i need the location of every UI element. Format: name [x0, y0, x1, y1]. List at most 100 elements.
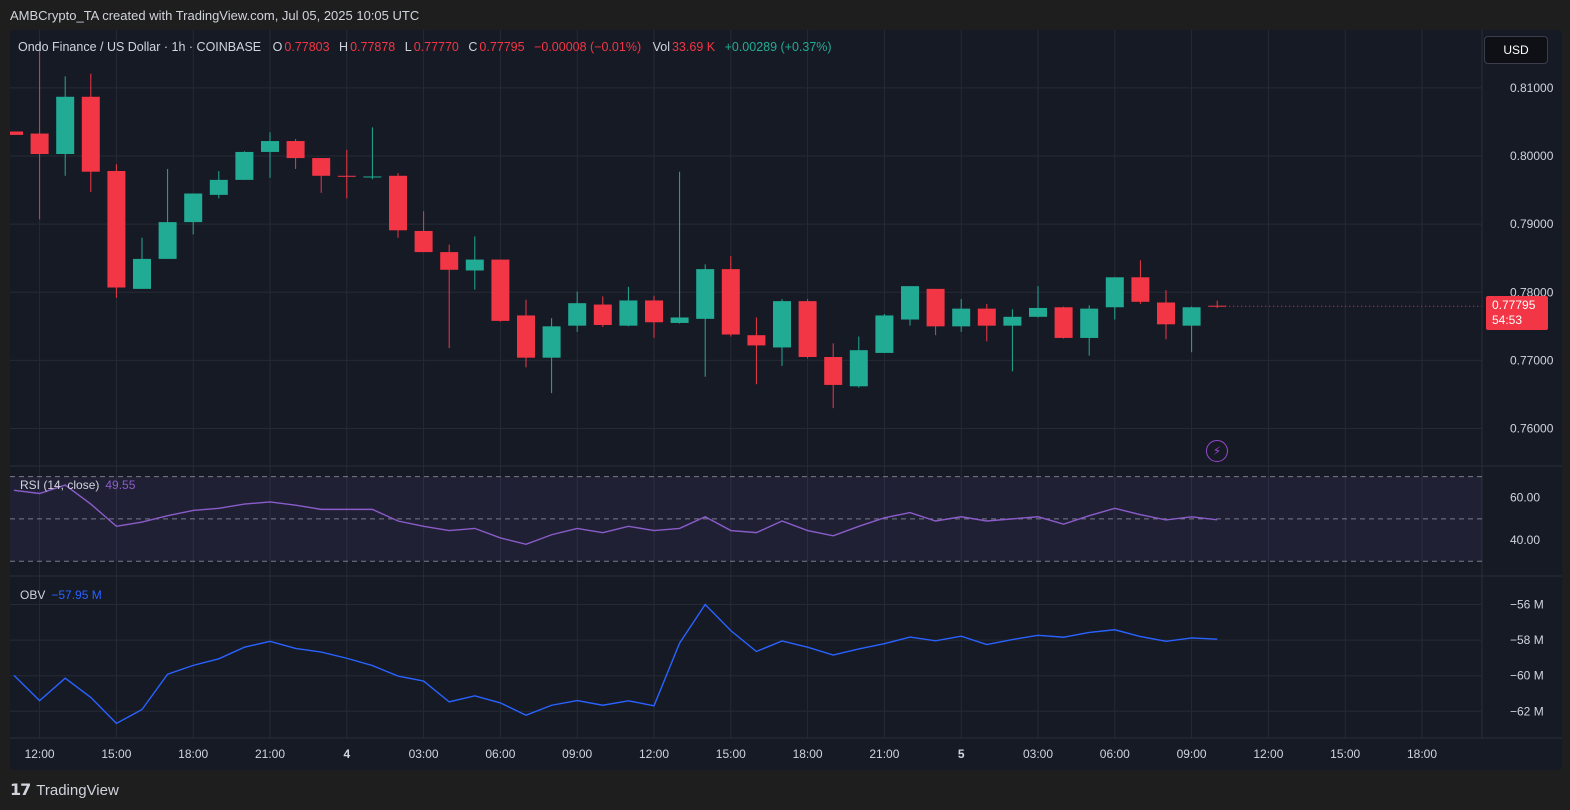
- time-axis-tick: 12:00: [639, 747, 669, 761]
- time-axis-tick: 21:00: [869, 747, 899, 761]
- candle-body: [747, 335, 766, 346]
- open-value: 0.77803: [284, 40, 330, 54]
- candle-body: [30, 133, 49, 154]
- candle-body: [1029, 307, 1047, 317]
- candle-body: [10, 131, 23, 135]
- candle-body: [721, 269, 740, 335]
- time-axis-tick: 18:00: [1407, 747, 1437, 761]
- obv-label: OBV: [20, 588, 46, 602]
- candle-body: [491, 259, 510, 321]
- candle-body: [389, 175, 407, 231]
- candle-body: [261, 141, 279, 152]
- time-axis-tick: 12:00: [1253, 747, 1283, 761]
- time-axis-tick: 4: [343, 747, 350, 761]
- candle-body: [670, 317, 689, 323]
- candle-body: [1080, 308, 1099, 338]
- footer-brand[interactable]: 𝟭𝟳 TradingView: [10, 780, 119, 800]
- candle-body: [184, 193, 203, 223]
- price-axis-tick: 0.81000: [1510, 81, 1554, 95]
- time-axis-tick: 15:00: [101, 747, 131, 761]
- candle-body: [81, 96, 100, 172]
- price-axis-tick: 0.79000: [1510, 217, 1554, 231]
- candle-body: [952, 308, 971, 327]
- obv-axis-tick: −60 M: [1510, 669, 1544, 683]
- candle-body: [1131, 277, 1150, 302]
- obv-axis-tick: −58 M: [1510, 633, 1544, 647]
- candle-body: [133, 258, 151, 289]
- chart-area[interactable]: 0.81000 0.80000 0.79000 0.78000 0.77000 0.760…: [10, 30, 1562, 770]
- candle-body: [798, 301, 817, 357]
- extra-change-value: +0.00289 (+0.37%): [724, 40, 832, 54]
- high-label: H: [339, 40, 349, 54]
- candle-body: [107, 171, 126, 288]
- candle-body: [337, 175, 356, 177]
- lightning-icon[interactable]: ⚡: [1206, 440, 1228, 462]
- candle-body: [1182, 307, 1201, 326]
- time-axis-tick: 03:00: [1023, 747, 1053, 761]
- time-axis-tick: 18:00: [178, 747, 208, 761]
- close-value: 0.77795: [479, 40, 525, 54]
- ohlc-legend: Ondo Finance / US Dollar · 1h · COINBASE…: [18, 40, 834, 54]
- candle-body: [363, 176, 382, 178]
- price-axis-tick: 0.76000: [1510, 422, 1554, 436]
- low-label: L: [404, 40, 412, 54]
- time-axis-tick: 15:00: [716, 747, 746, 761]
- last-price-tag: 0.77795 54:53: [1486, 296, 1548, 331]
- volume-label: Vol: [652, 40, 670, 54]
- time-axis-tick: 09:00: [562, 747, 592, 761]
- candle-body: [849, 350, 868, 387]
- candle-body: [773, 301, 791, 348]
- time-axis-tick: 03:00: [409, 747, 439, 761]
- candle-body: [312, 158, 331, 176]
- candle-body: [542, 326, 561, 358]
- change-value: −0.00008 (−0.01%): [534, 40, 642, 54]
- price-axis-tick: 0.77000: [1510, 353, 1554, 367]
- time-axis-tick: 21:00: [255, 747, 285, 761]
- candle-body: [235, 151, 254, 180]
- open-label: O: [272, 40, 283, 54]
- high-value: 0.77878: [350, 40, 396, 54]
- symbol-title[interactable]: Ondo Finance / US Dollar · 1h · COINBASE: [18, 40, 261, 54]
- candle-body: [440, 252, 459, 270]
- candle-body: [209, 179, 228, 195]
- candle-body: [593, 304, 612, 325]
- rsi-value: 49.55: [105, 478, 136, 492]
- candle-body: [1054, 307, 1073, 338]
- candle-countdown: 54:53: [1492, 313, 1523, 328]
- candle-body: [1157, 302, 1175, 325]
- candle-body: [619, 300, 638, 326]
- last-price-value: 0.77795: [1492, 298, 1536, 313]
- rsi-label: RSI (14, close): [20, 478, 100, 492]
- rsi-axis-tick: 40.00: [1510, 533, 1540, 547]
- currency-button[interactable]: USD: [1484, 36, 1548, 64]
- tradingview-logo-icon: 𝟭𝟳: [10, 782, 31, 799]
- obv-axis-tick: −56 M: [1510, 597, 1544, 611]
- candle-body: [517, 315, 535, 358]
- obv-line: [13, 603, 1218, 725]
- candle-body: [875, 315, 894, 353]
- chart-svg[interactable]: 0.810000.800000.790000.780000.770000.760…: [10, 30, 1562, 770]
- candle-body: [696, 269, 715, 319]
- candle-body: [645, 300, 663, 323]
- time-axis-tick: 12:00: [25, 747, 55, 761]
- brand-name: TradingView: [36, 781, 119, 799]
- rsi-pane-label[interactable]: RSI (14, close) 49.55: [20, 478, 135, 492]
- time-axis-tick: 15:00: [1330, 747, 1360, 761]
- candle-body: [414, 230, 433, 253]
- obv-value: −57.95 M: [51, 588, 102, 602]
- candle-body: [158, 222, 177, 259]
- price-axis-tick: 0.80000: [1510, 149, 1554, 163]
- time-axis-tick: 5: [958, 747, 965, 761]
- candle-body: [926, 288, 945, 327]
- candle-body: [56, 96, 75, 154]
- candle-body: [1105, 277, 1124, 308]
- time-axis-tick: 06:00: [1100, 747, 1130, 761]
- chart-credit: AMBCrypto_TA created with TradingView.co…: [10, 8, 420, 23]
- time-axis-tick: 18:00: [793, 747, 823, 761]
- candle-body: [286, 141, 305, 159]
- close-label: C: [468, 40, 478, 54]
- obv-pane-label[interactable]: OBV −57.95 M: [20, 588, 102, 602]
- candle-body: [568, 303, 587, 326]
- candle-body: [465, 259, 484, 271]
- volume-value: 33.69 K: [671, 40, 716, 54]
